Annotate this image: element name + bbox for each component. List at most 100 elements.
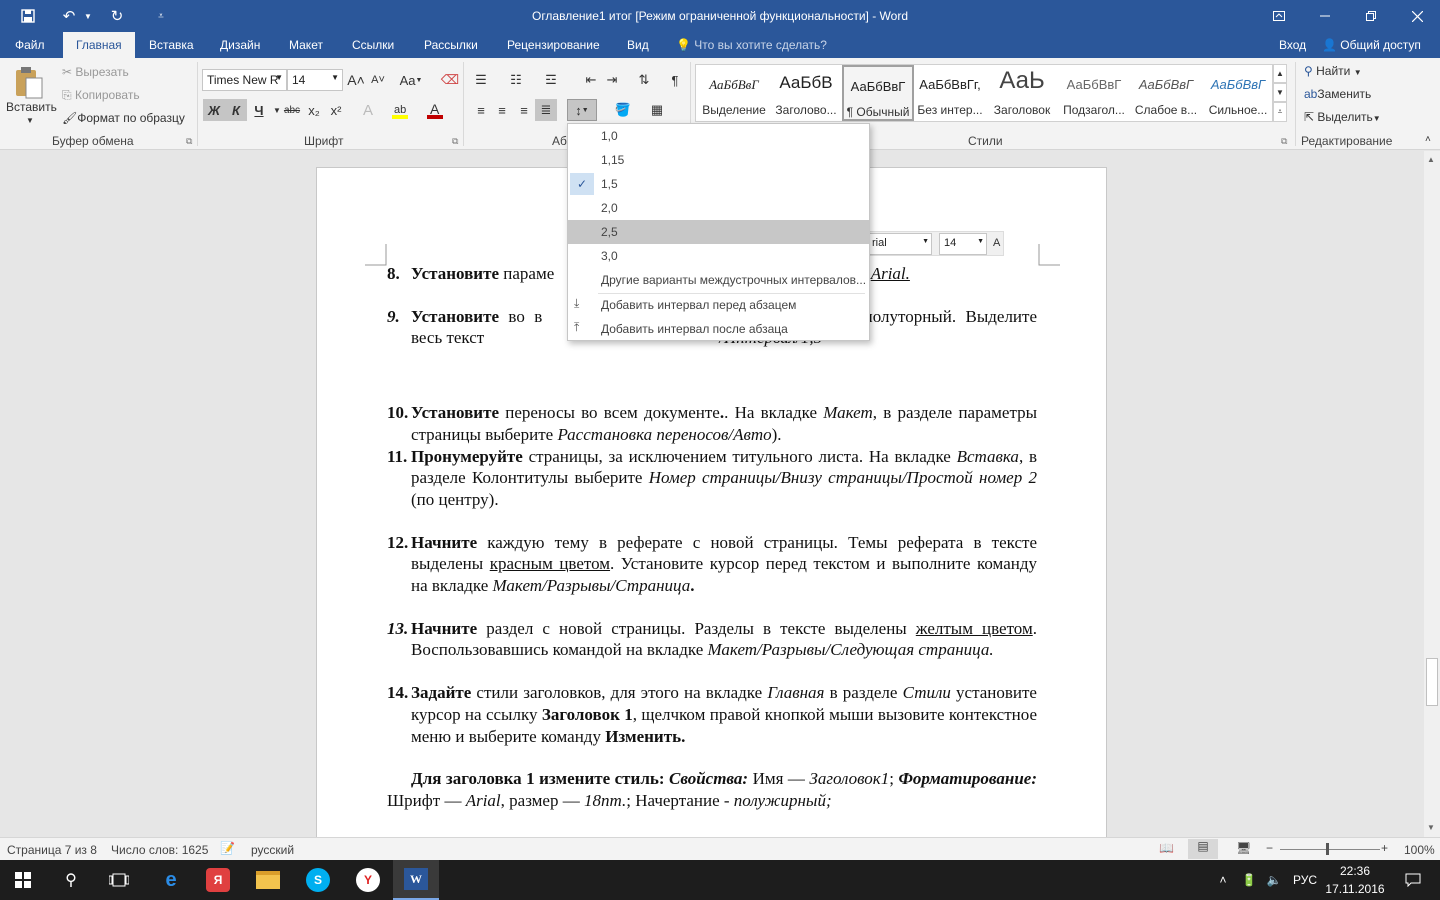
signin-link[interactable]: Вход: [1279, 38, 1306, 52]
numbering-icon[interactable]: ☷: [505, 69, 527, 91]
style-item[interactable]: АаЬ Заголовок: [986, 65, 1058, 121]
gallery-more-icon[interactable]: ⩡: [1273, 102, 1287, 122]
edge-icon[interactable]: e: [148, 860, 194, 900]
vertical-scrollbar[interactable]: ▲ ▼: [1424, 151, 1440, 837]
align-left-icon[interactable]: ≡: [470, 99, 492, 121]
gallery-up-icon[interactable]: ▲: [1273, 64, 1287, 83]
pilcrow-icon[interactable]: ¶: [664, 69, 686, 91]
multilevel-list-icon[interactable]: ☲: [540, 69, 562, 91]
collapse-ribbon-icon[interactable]: ˄: [1425, 134, 1431, 145]
tab-references[interactable]: Ссылки: [352, 38, 394, 52]
style-item[interactable]: АаБбВвГ Слабое в...: [1130, 65, 1202, 121]
highlight-icon[interactable]: ab: [389, 99, 411, 121]
bullets-icon[interactable]: ☰: [470, 69, 492, 91]
spacing-option-hover[interactable]: 2,5: [568, 220, 869, 244]
style-item[interactable]: АаБбВ Заголово...: [770, 65, 842, 121]
copy-button[interactable]: ⎘ Копировать: [62, 88, 140, 103]
decrease-indent-icon[interactable]: ⇤: [580, 69, 602, 91]
align-center-icon[interactable]: ≡: [491, 99, 513, 121]
input-language[interactable]: РУС: [1287, 860, 1323, 900]
tab-home[interactable]: Главная: [63, 32, 135, 58]
italic-button[interactable]: К: [225, 99, 247, 121]
close-icon[interactable]: [1394, 0, 1440, 32]
cut-button[interactable]: ✂ Вырезать: [62, 65, 129, 79]
clock-date[interactable]: 17.11.2016: [1324, 882, 1386, 896]
tab-layout[interactable]: Макет: [289, 38, 323, 52]
find-button[interactable]: ⚲ Найти ▼: [1304, 64, 1362, 78]
tab-review[interactable]: Рецензирование: [507, 38, 600, 52]
grow-font-icon[interactable]: A ˄: [345, 69, 367, 91]
font-size-combo[interactable]: 14 ▼: [287, 69, 343, 91]
style-item[interactable]: АаБбВвГ Выделение: [698, 65, 770, 121]
superscript-button[interactable]: x²: [325, 99, 347, 121]
notifications-icon[interactable]: [1390, 860, 1436, 900]
scroll-up-icon[interactable]: ▲: [1427, 155, 1435, 164]
read-mode-icon[interactable]: 📖: [1159, 841, 1174, 855]
zoom-out-icon[interactable]: −: [1266, 841, 1273, 855]
tab-insert[interactable]: Вставка: [149, 38, 194, 52]
battery-icon[interactable]: 🔋: [1238, 860, 1260, 900]
add-space-before[interactable]: ⤓ Добавить интервал перед абзацем: [568, 293, 869, 317]
proofing-icon[interactable]: 📝: [220, 841, 235, 855]
zoom-slider[interactable]: [1280, 849, 1380, 850]
spacing-option[interactable]: 1,15: [568, 148, 869, 172]
spacing-option[interactable]: 2,0: [568, 196, 869, 220]
paste-button[interactable]: Вставить: [6, 100, 57, 114]
share-button[interactable]: 👤 Общий доступ: [1322, 38, 1421, 52]
windows-start-icon[interactable]: [0, 860, 46, 900]
shading-icon[interactable]: 🪣: [608, 99, 638, 121]
scroll-down-icon[interactable]: ▼: [1427, 823, 1435, 832]
minimize-icon[interactable]: [1302, 0, 1348, 32]
restore-icon[interactable]: [1348, 0, 1394, 32]
format-painter-button[interactable]: 🖌Формат по образцу: [62, 111, 185, 125]
font-color-icon[interactable]: A: [424, 99, 446, 121]
paste-dropdown-icon[interactable]: ▼: [26, 116, 34, 125]
spacing-option[interactable]: 1,0: [568, 124, 869, 148]
bold-button[interactable]: Ж: [203, 99, 225, 121]
mini-font-combo[interactable]: rial ▼: [867, 233, 932, 255]
style-item-selected[interactable]: АаБбВвГ ¶ Обычный: [842, 65, 914, 121]
style-item[interactable]: АаБбВвГг, Без интер...: [914, 65, 986, 121]
file-explorer-icon[interactable]: [245, 860, 291, 900]
task-view-icon[interactable]: [96, 860, 142, 900]
strikethrough-button[interactable]: abc: [281, 99, 303, 121]
style-item[interactable]: АаБбВвГ Сильное...: [1202, 65, 1274, 121]
replace-button[interactable]: abЗаменить: [1304, 87, 1371, 101]
language[interactable]: русский: [251, 843, 294, 857]
spacing-option[interactable]: 3,0: [568, 244, 869, 268]
font-launcher-icon[interactable]: ⧉: [452, 136, 458, 147]
align-right-icon[interactable]: ≡: [513, 99, 535, 121]
change-case-icon[interactable]: Aa ▼: [396, 69, 426, 91]
search-icon[interactable]: ⚲: [48, 860, 94, 900]
select-button[interactable]: ⇱ Выделить▼: [1304, 110, 1381, 124]
yandex-icon[interactable]: Y: [345, 860, 391, 900]
increase-indent-icon[interactable]: ⇥: [601, 69, 623, 91]
print-layout-icon[interactable]: ▤: [1188, 839, 1218, 859]
shrink-font-icon[interactable]: A ˅: [367, 69, 389, 91]
scroll-thumb[interactable]: [1426, 658, 1438, 706]
style-item[interactable]: АаБбВвГ Подзагол...: [1058, 65, 1130, 121]
chevron-up-icon[interactable]: ˄: [1213, 860, 1233, 900]
zoom-level[interactable]: 100%: [1404, 843, 1435, 857]
borders-icon[interactable]: ▦: [642, 99, 672, 121]
justify-icon[interactable]: ≣: [535, 99, 557, 121]
line-spacing-icon[interactable]: ↕ ▼: [567, 99, 597, 121]
paste-icon[interactable]: [10, 66, 46, 103]
tab-view[interactable]: Вид: [627, 38, 649, 52]
tab-mailings[interactable]: Рассылки: [424, 38, 478, 52]
add-space-after[interactable]: ⤒ Добавить интервал после абзаца: [568, 317, 869, 341]
clipboard-launcher-icon[interactable]: ⧉: [186, 136, 192, 147]
skype-icon[interactable]: S: [295, 860, 341, 900]
subscript-button[interactable]: x₂: [303, 99, 325, 121]
more-spacing-options[interactable]: Другие варианты междустрочных интервалов…: [568, 268, 869, 292]
tab-design[interactable]: Дизайн: [220, 38, 260, 52]
sort-icon[interactable]: ⇅: [633, 69, 655, 91]
zoom-in-icon[interactable]: +: [1381, 841, 1388, 855]
word-icon[interactable]: W: [393, 860, 439, 900]
text-effects-icon[interactable]: A: [357, 99, 379, 121]
word-count[interactable]: Число слов: 1625: [111, 843, 208, 857]
page-count[interactable]: Страница 7 из 8: [7, 843, 97, 857]
ribbon-display-icon[interactable]: [1256, 0, 1302, 32]
mini-size-combo[interactable]: 14 ▼: [939, 233, 987, 255]
yandex-browser-icon[interactable]: Я: [195, 860, 241, 900]
